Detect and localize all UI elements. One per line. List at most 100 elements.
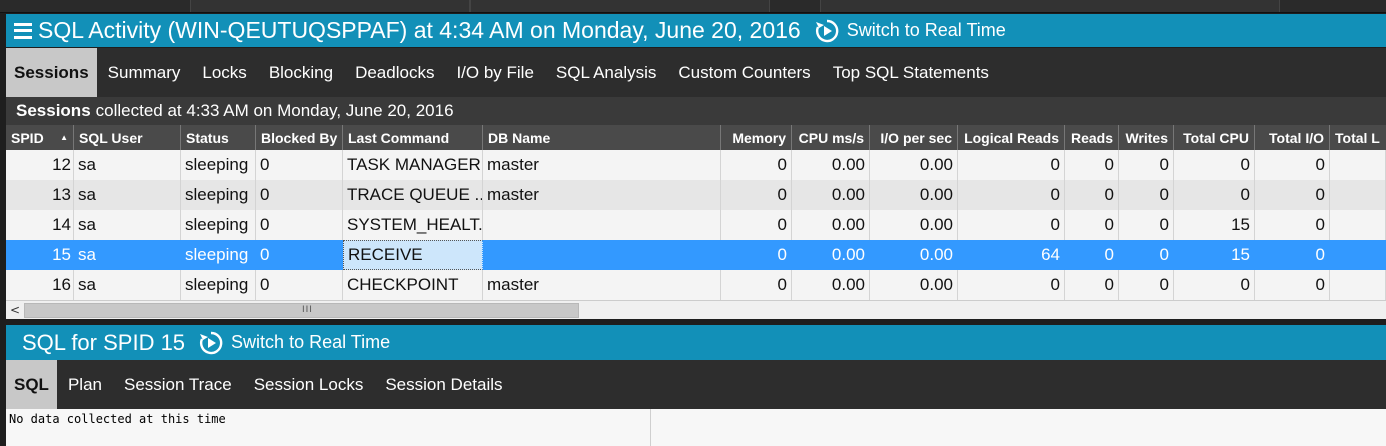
cell-cpu-ms[interactable]: 0.00 xyxy=(792,270,870,300)
cell-db-name[interactable] xyxy=(483,240,721,270)
cell-reads[interactable]: 0 xyxy=(1065,240,1119,270)
col-header-memory[interactable]: Memory xyxy=(721,125,792,150)
cell-status[interactable]: sleeping xyxy=(181,240,256,270)
cell-spid[interactable]: 13 xyxy=(6,180,74,210)
cell-spid[interactable]: 15 xyxy=(6,240,74,270)
cell-last-command[interactable]: TRACE QUEUE ... xyxy=(343,180,483,210)
cell-cpu-ms[interactable]: 0.00 xyxy=(792,180,870,210)
top-tab-alarms[interactable] xyxy=(190,0,470,12)
tab-session-details[interactable]: Session Details xyxy=(374,360,513,409)
col-header-writes[interactable]: Writes xyxy=(1119,125,1174,150)
table-row[interactable]: 12 sa sleeping 0 TASK MANAGER master 0 0.00 0.00… xyxy=(6,150,1386,180)
tab-summary[interactable]: Summary xyxy=(97,48,192,97)
cell-blocked-by[interactable]: 0 xyxy=(256,180,343,210)
cell-total-l[interactable] xyxy=(1330,180,1386,210)
cell-spid[interactable]: 14 xyxy=(6,210,74,240)
cell-writes[interactable]: 0 xyxy=(1119,210,1174,240)
col-header-logical-reads[interactable]: Logical Reads xyxy=(958,125,1065,150)
col-header-spid[interactable]: SPID ▲ xyxy=(6,125,74,150)
cell-io-per-sec[interactable]: 0.00 xyxy=(870,270,958,300)
cell-db-name[interactable]: master xyxy=(483,180,721,210)
cell-writes[interactable]: 0 xyxy=(1119,180,1174,210)
scroll-thumb[interactable]: III xyxy=(24,303,579,318)
tab-top-sql-statements[interactable]: Top SQL Statements xyxy=(822,48,1000,97)
cell-status[interactable]: sleeping xyxy=(181,180,256,210)
cell-total-cpu[interactable]: 0 xyxy=(1174,180,1255,210)
tab-locks[interactable]: Locks xyxy=(191,48,257,97)
cell-memory[interactable]: 0 xyxy=(721,210,792,240)
cell-total-io[interactable]: 0 xyxy=(1255,270,1330,300)
tab-plan[interactable]: Plan xyxy=(57,360,113,409)
cell-status[interactable]: sleeping xyxy=(181,210,256,240)
cell-blocked-by[interactable]: 0 xyxy=(256,150,343,180)
col-header-total-io[interactable]: Total I/O xyxy=(1255,125,1330,150)
cell-cpu-ms[interactable]: 0.00 xyxy=(792,240,870,270)
tab-session-locks[interactable]: Session Locks xyxy=(243,360,375,409)
tab-session-trace[interactable]: Session Trace xyxy=(113,360,243,409)
col-header-db-name[interactable]: DB Name xyxy=(483,125,721,150)
cell-total-io[interactable]: 0 xyxy=(1255,210,1330,240)
table-row[interactable]: 15 sa sleeping 0 RECEIVE 0 0.00 0.00 64 0 0 15 0 xyxy=(6,240,1386,270)
cell-total-l[interactable] xyxy=(1330,270,1386,300)
cell-db-name[interactable] xyxy=(483,210,721,240)
cell-memory[interactable]: 0 xyxy=(721,180,792,210)
cell-sql-user[interactable]: sa xyxy=(74,150,181,180)
top-tab-drilldowns[interactable] xyxy=(820,0,1280,12)
switch-realtime-button[interactable]: Switch to Real Time xyxy=(815,19,1006,43)
cell-blocked-by[interactable]: 0 xyxy=(256,210,343,240)
table-row[interactable]: 14 sa sleeping 0 SYSTEM_HEALT... 0 0.00 0.00 0 0 0… xyxy=(6,210,1386,240)
cell-io-per-sec[interactable]: 0.00 xyxy=(870,210,958,240)
cell-logical-reads[interactable]: 64 xyxy=(958,240,1065,270)
col-header-total-cpu[interactable]: Total CPU xyxy=(1174,125,1255,150)
cell-total-io[interactable]: 0 xyxy=(1255,240,1330,270)
cell-logical-reads[interactable]: 0 xyxy=(958,150,1065,180)
col-header-sql-user[interactable]: SQL User xyxy=(74,125,181,150)
cell-memory[interactable]: 0 xyxy=(721,270,792,300)
tab-sql-analysis[interactable]: SQL Analysis xyxy=(545,48,667,97)
cell-total-l[interactable] xyxy=(1330,210,1386,240)
sql-switch-realtime-button[interactable]: Switch to Real Time xyxy=(199,331,390,355)
top-tab-playback[interactable] xyxy=(470,0,770,12)
cell-cpu-ms[interactable]: 0.00 xyxy=(792,210,870,240)
cell-last-command[interactable]: TASK MANAGER xyxy=(343,150,483,180)
tab-blocking[interactable]: Blocking xyxy=(258,48,344,97)
cell-last-command[interactable]: SYSTEM_HEALT... xyxy=(343,210,483,240)
cell-reads[interactable]: 0 xyxy=(1065,210,1119,240)
cell-total-io[interactable]: 0 xyxy=(1255,180,1330,210)
table-row[interactable]: 16 sa sleeping 0 CHECKPOINT master 0 0.00 0.00 0 0… xyxy=(6,270,1386,300)
cell-sql-user[interactable]: sa xyxy=(74,240,181,270)
cell-total-cpu[interactable]: 15 xyxy=(1174,240,1255,270)
cell-blocked-by[interactable]: 0 xyxy=(256,240,343,270)
cell-last-command[interactable]: CHECKPOINT xyxy=(343,270,483,300)
tab-sql[interactable]: SQL xyxy=(6,360,57,409)
cell-db-name[interactable]: master xyxy=(483,150,721,180)
col-header-io-per-sec[interactable]: I/O per sec xyxy=(870,125,958,150)
cell-status[interactable]: sleeping xyxy=(181,150,256,180)
col-header-cpu-ms[interactable]: CPU ms/s xyxy=(792,125,870,150)
menu-icon[interactable] xyxy=(14,22,32,39)
cell-spid[interactable]: 12 xyxy=(6,150,74,180)
col-header-last-command[interactable]: Last Command xyxy=(343,125,483,150)
cell-memory[interactable]: 0 xyxy=(721,240,792,270)
cell-reads[interactable]: 0 xyxy=(1065,150,1119,180)
cell-blocked-by[interactable]: 0 xyxy=(256,270,343,300)
cell-sql-user[interactable]: sa xyxy=(74,180,181,210)
cell-writes[interactable]: 0 xyxy=(1119,270,1174,300)
cell-status[interactable]: sleeping xyxy=(181,270,256,300)
cell-io-per-sec[interactable]: 0.00 xyxy=(870,150,958,180)
cell-writes[interactable]: 0 xyxy=(1119,240,1174,270)
cell-reads[interactable]: 0 xyxy=(1065,180,1119,210)
cell-cpu-ms[interactable]: 0.00 xyxy=(792,150,870,180)
tab-sessions[interactable]: Sessions xyxy=(6,48,97,97)
cell-io-per-sec[interactable]: 0.00 xyxy=(870,180,958,210)
scroll-left-icon[interactable]: < xyxy=(6,301,24,319)
table-row[interactable]: 13 sa sleeping 0 TRACE QUEUE ... master 0 0.00 0… xyxy=(6,180,1386,210)
tab-custom-counters[interactable]: Custom Counters xyxy=(667,48,821,97)
cell-total-cpu[interactable]: 0 xyxy=(1174,270,1255,300)
cell-sql-user[interactable]: sa xyxy=(74,210,181,240)
cell-spid[interactable]: 16 xyxy=(6,270,74,300)
cell-logical-reads[interactable]: 0 xyxy=(958,180,1065,210)
cell-total-cpu[interactable]: 15 xyxy=(1174,210,1255,240)
cell-total-l[interactable] xyxy=(1330,150,1386,180)
horizontal-scrollbar[interactable]: < III xyxy=(6,300,1386,319)
